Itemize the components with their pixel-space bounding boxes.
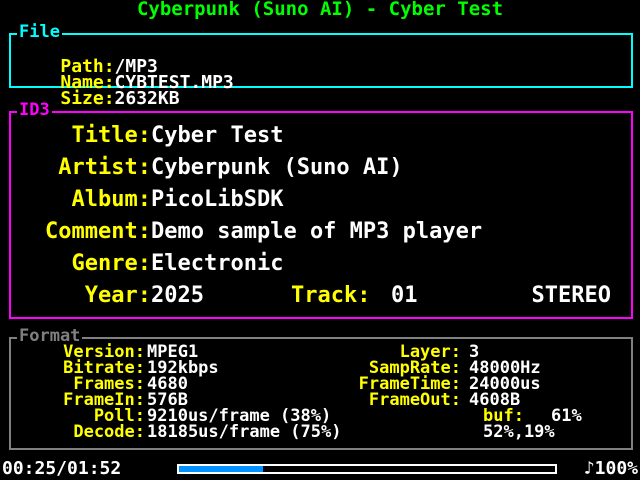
comment-value: Demo sample of MP3 player	[151, 219, 483, 244]
title-label: Title:	[71, 123, 151, 148]
progress-bar[interactable]	[177, 464, 557, 474]
buf-value: 61%	[551, 406, 582, 426]
genre-value: Electronic	[151, 251, 284, 276]
year-label: Year:	[84, 283, 151, 308]
album-value: PicoLibSDK	[151, 187, 284, 212]
size-value: 2632KB	[114, 88, 180, 109]
progress-fill	[179, 466, 263, 472]
album-label: Album:	[71, 187, 151, 212]
decode-value: 18185us/frame (75%)	[147, 422, 342, 442]
track-label: Track:	[291, 283, 371, 308]
genre-label: Genre:	[71, 251, 151, 276]
artist-label: Artist:	[58, 155, 151, 180]
track-value: 01	[391, 283, 418, 308]
decode-extra: 52%,19%	[483, 422, 555, 442]
comment-label: Comment:	[45, 219, 151, 244]
frameout-label: FrameOut:	[368, 390, 461, 410]
decode-label: Decode:	[73, 422, 145, 442]
artist-value: Cyberpunk (Suno AI)	[151, 155, 403, 180]
playback-bar: 00:25/01:52 ♪100%	[0, 458, 640, 480]
window-title: Cyberpunk (Suno AI) - Cyber Test	[136, 0, 504, 20]
id3-section-title: ID3	[17, 100, 52, 120]
volume-indicator[interactable]: ♪100%	[584, 460, 638, 478]
size-label: Size:	[60, 88, 115, 109]
playback-time: 00:25/01:52	[2, 458, 122, 479]
format-panel: Format Version: MPEG1 Layer: 3 Bitrate: …	[9, 328, 633, 450]
id3-panel: ID3 Title: Cyber Test Artist: Cyberpunk …	[9, 102, 633, 319]
title-value: Cyber Test	[151, 123, 284, 148]
file-panel: File Path:/MP3 Name:CYBTEST.MP3 Size:263…	[9, 24, 633, 108]
music-note-icon: ♪	[583, 458, 595, 479]
channels-indicator: STEREO	[531, 283, 611, 308]
volume-value: 100%	[594, 458, 638, 479]
year-value: 2025	[151, 283, 204, 308]
file-section-title: File	[17, 22, 62, 42]
